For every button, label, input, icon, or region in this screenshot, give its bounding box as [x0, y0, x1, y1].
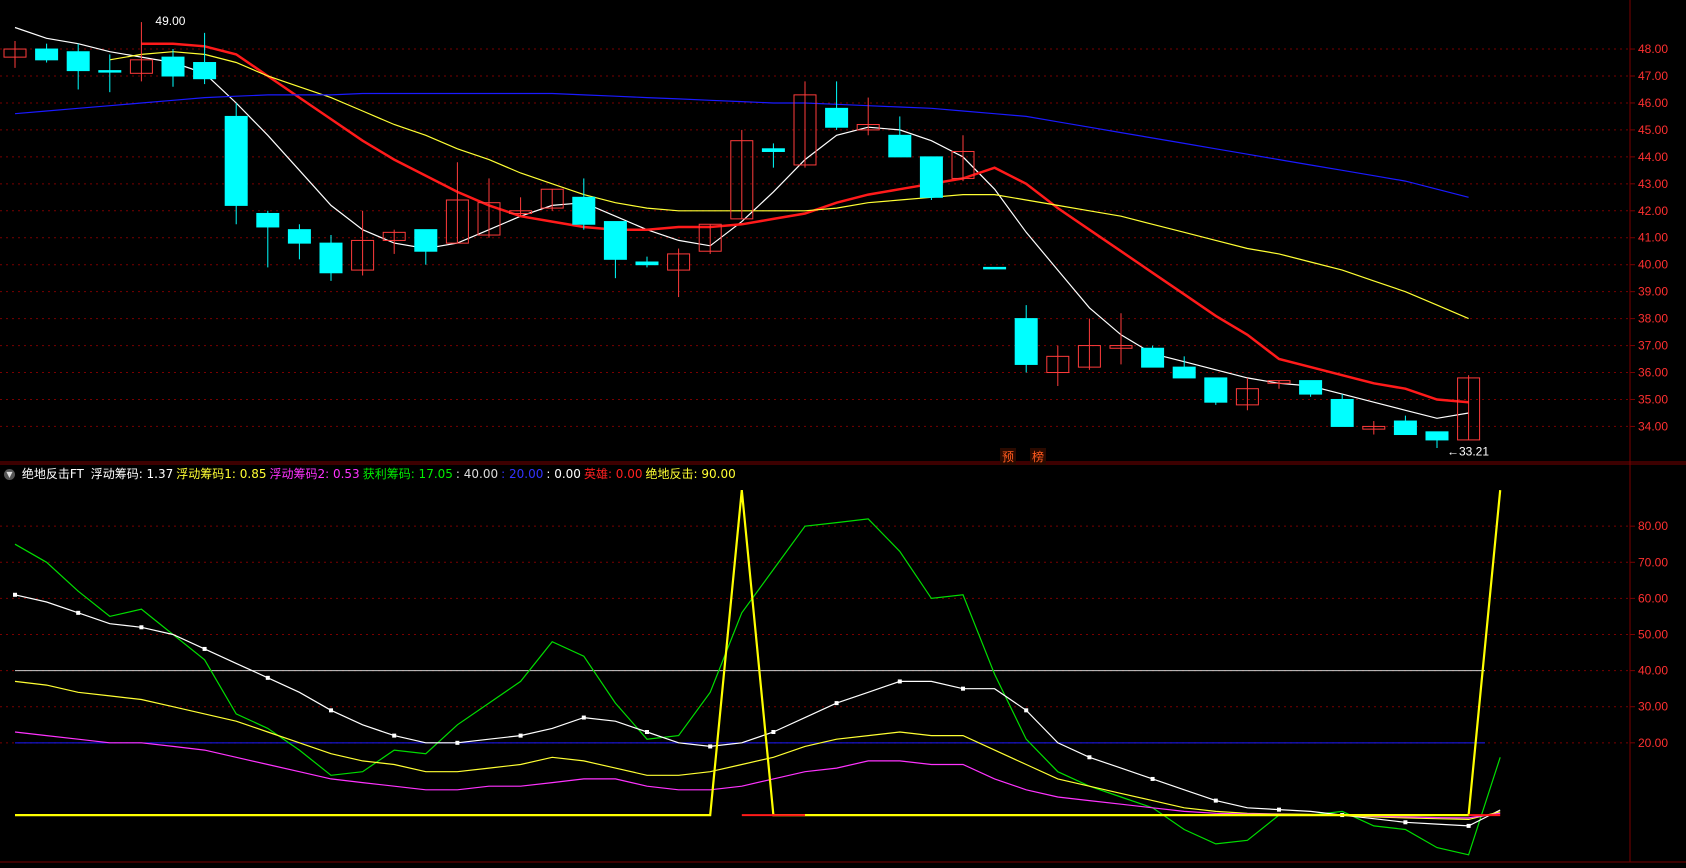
legend-item: : 20.00 [501, 467, 544, 481]
data-point [1466, 823, 1471, 828]
candle-body [256, 212, 280, 228]
candle-body [35, 48, 59, 61]
low-label: ←33.21 [1447, 445, 1489, 459]
data-point [1403, 820, 1408, 825]
y-tick-label: 30.00 [1638, 700, 1668, 714]
candle-body [414, 229, 438, 252]
y-tick-label: 48.00 [1638, 42, 1668, 56]
y-tick-label: 34.00 [1638, 419, 1668, 433]
data-point [202, 646, 207, 651]
data-point [329, 708, 333, 713]
legend-item: 浮动筹码2: 0.53 [269, 467, 360, 481]
y-tick-label: 35.00 [1638, 392, 1668, 406]
legend-item: 绝地反击: 90.00 [645, 467, 736, 481]
rank-tag[interactable]: 榜 [1030, 448, 1047, 465]
indicator-legend: ▼ 绝地反击FT 浮动筹码: 1.37 浮动筹码1: 0.85 浮动筹码2: 0.5… [4, 465, 742, 481]
data-point [961, 686, 965, 691]
candle-body [1330, 398, 1354, 427]
y-tick-label: 40.00 [1638, 664, 1668, 678]
candle-body [635, 261, 659, 266]
y-tick-label: 42.00 [1638, 204, 1668, 218]
data-point [392, 733, 397, 738]
data-point [1213, 798, 1218, 803]
candle-body [287, 229, 311, 244]
forecast-tag[interactable]: 预 [1000, 448, 1017, 465]
data-point [771, 730, 776, 734]
candle-body [1204, 377, 1228, 403]
data-point [455, 740, 460, 745]
candle-body [572, 196, 596, 225]
y-tick-label: 37.00 [1638, 339, 1668, 353]
candle-body [983, 266, 1007, 270]
data-point [265, 675, 270, 680]
data-point [834, 701, 839, 706]
data-point [518, 733, 523, 738]
data-point [139, 625, 144, 630]
candle-body [66, 51, 90, 72]
legend-item: 英雄: 0.00 [583, 467, 643, 481]
y-tick-label: 41.00 [1638, 231, 1668, 245]
data-point [645, 730, 649, 734]
legend-item: 获利筹码: 17.05 [362, 467, 453, 481]
y-tick-label: 50.00 [1638, 628, 1668, 642]
candle-body [1172, 366, 1196, 379]
y-tick-label: 80.00 [1638, 519, 1668, 533]
data-point [1277, 807, 1281, 812]
candle-body [603, 221, 627, 260]
y-tick-label: 43.00 [1638, 177, 1668, 191]
candle-body [825, 107, 849, 128]
y-tick-label: 46.00 [1638, 96, 1668, 110]
data-point [1024, 708, 1029, 713]
y-tick-label: 47.00 [1638, 69, 1668, 83]
data-point [76, 610, 81, 615]
candle-body [98, 70, 122, 73]
legend-item: 浮动筹码1: 0.85 [176, 467, 267, 481]
y-tick-label: 70.00 [1638, 555, 1668, 569]
candle-body [1014, 318, 1038, 365]
candle-body [1425, 431, 1449, 441]
collapse-icon[interactable]: ▼ [4, 469, 15, 480]
candle-body [1393, 420, 1417, 436]
y-tick-label: 60.00 [1638, 591, 1668, 605]
y-tick-label: 36.00 [1638, 366, 1668, 380]
stock-chart[interactable]: 34.00 35.00 36.00 37.00 38.00 39.00 40.00 41.00… [0, 0, 1686, 868]
candle-body [161, 56, 185, 77]
legend-item: : 0.00 [546, 467, 581, 481]
data-point [1087, 755, 1092, 760]
y-tick-label: 44.00 [1638, 150, 1668, 164]
legend-item: 浮动筹码: 1.37 [90, 467, 174, 481]
y-tick-label: 20.00 [1638, 736, 1668, 750]
y-tick-label: 38.00 [1638, 312, 1668, 326]
y-tick-label: 40.00 [1638, 258, 1668, 272]
candle-body [1299, 380, 1323, 395]
candle-body [224, 115, 248, 206]
candle-body [888, 134, 912, 158]
y-tick-label: 39.00 [1638, 285, 1668, 299]
high-label: 49.00 [155, 14, 185, 28]
y-tick-label: 45.00 [1638, 123, 1668, 137]
candle-body [193, 62, 217, 80]
data-point [581, 715, 586, 720]
indicator-name[interactable]: 绝地反击FT [22, 467, 84, 481]
candle-body [319, 242, 343, 274]
legend-item: : 40.00 [455, 467, 499, 481]
data-point [897, 679, 902, 684]
candle-body [761, 148, 785, 152]
data-point [1150, 776, 1155, 781]
candle-body [1141, 347, 1165, 368]
candle-body [919, 156, 943, 198]
data-point [13, 592, 17, 597]
data-point [708, 744, 713, 749]
